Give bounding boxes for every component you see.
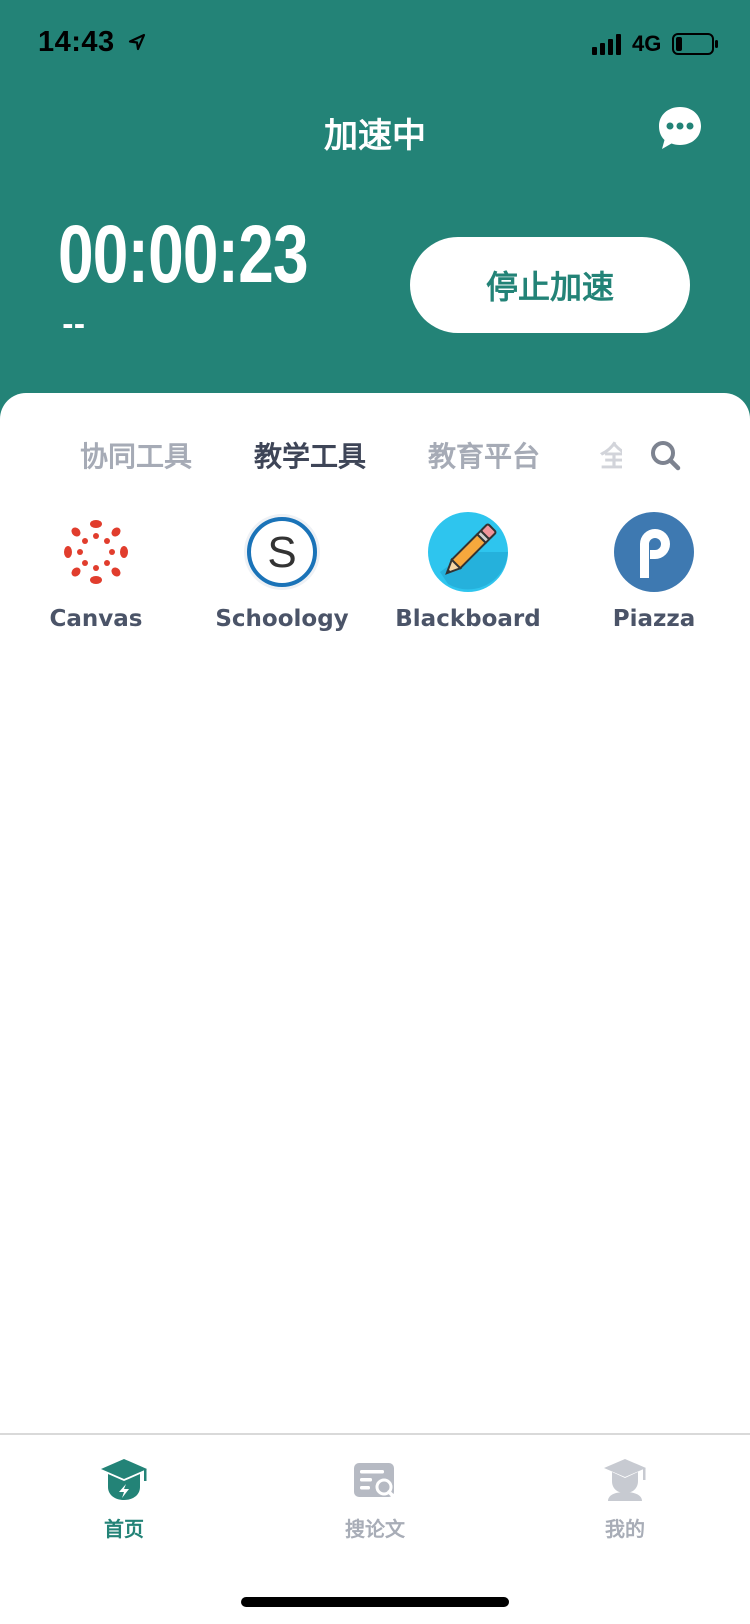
app-name: Canvas: [49, 606, 143, 632]
app-name: Schoology: [215, 606, 349, 632]
nav-profile[interactable]: 我的: [545, 1457, 705, 1542]
blackboard-pencil-icon: [428, 512, 508, 592]
nav-label: 我的: [605, 1517, 645, 1541]
location-arrow-icon: [128, 33, 146, 51]
category-tabs: 协同工具 教学工具 教育平台 全: [0, 435, 750, 485]
tab-education-platforms[interactable]: 教育平台: [428, 435, 540, 475]
canvas-logo-icon: [64, 520, 128, 584]
tab-collaboration-tools[interactable]: 协同工具: [80, 435, 192, 475]
nav-label: 首页: [104, 1517, 144, 1541]
stop-acceleration-button[interactable]: 停止加速: [410, 237, 690, 333]
chat-bubble-icon[interactable]: [656, 104, 704, 152]
bottom-nav: 首页 搜论文 我的: [0, 1433, 750, 1624]
search-paper-icon: [354, 1463, 396, 1499]
home-graduation-cap-icon: [101, 1459, 147, 1500]
nav-home[interactable]: 首页: [44, 1457, 204, 1542]
home-indicator[interactable]: [241, 1597, 509, 1607]
app-item-canvas[interactable]: Canvas: [3, 512, 189, 632]
schoology-logo-icon: S: [244, 514, 320, 590]
svg-text:S: S: [267, 528, 296, 577]
page-title: 加速中: [324, 116, 426, 156]
tab-teaching-tools[interactable]: 教学工具: [254, 435, 366, 475]
tab-partial[interactable]: 全: [600, 435, 622, 475]
app-item-schoology[interactable]: S Schoology: [189, 512, 375, 632]
signal-icon: [592, 34, 621, 55]
app-item-piazza[interactable]: Piazza: [561, 512, 747, 632]
search-icon[interactable]: [650, 440, 682, 472]
profile-icon: [604, 1459, 646, 1501]
speed-readout: --: [62, 308, 86, 341]
status-time: 14:43: [38, 26, 115, 58]
battery-icon: [672, 33, 718, 55]
elapsed-timer: 00:00:23: [58, 209, 309, 300]
nav-search-paper[interactable]: 搜论文: [295, 1457, 455, 1542]
app-item-blackboard[interactable]: Blackboard: [375, 512, 561, 632]
network-label: 4G: [632, 31, 662, 56]
piazza-logo-icon: [614, 512, 694, 592]
app-name: Blackboard: [395, 606, 541, 632]
nav-label: 搜论文: [345, 1517, 405, 1541]
app-name: Piazza: [612, 606, 696, 632]
